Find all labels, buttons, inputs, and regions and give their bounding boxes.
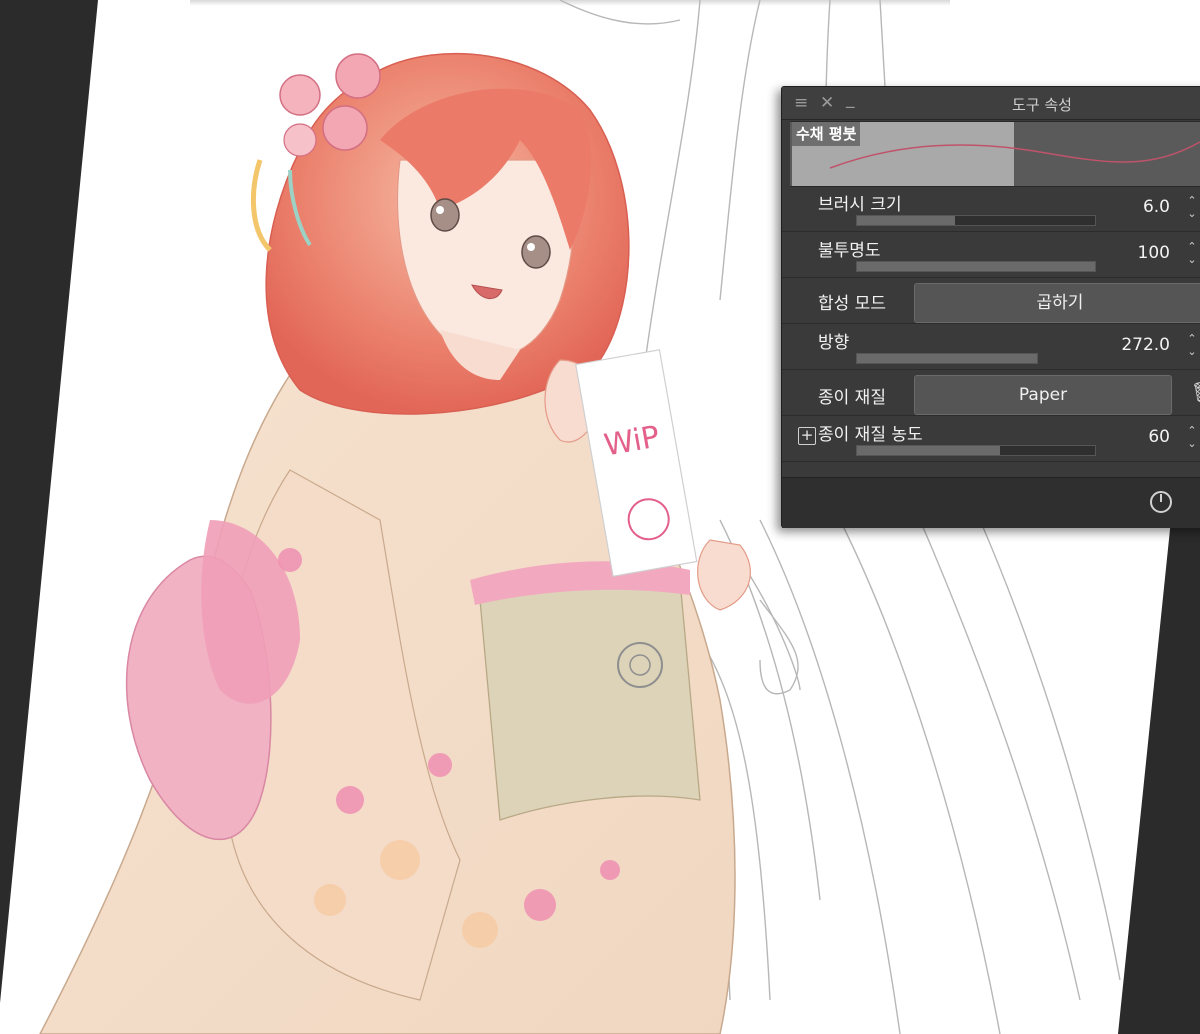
opacity-value[interactable]: 100 — [1138, 243, 1170, 263]
brush-size-slider[interactable] — [856, 215, 1096, 226]
brush-preset-strip[interactable]: 수채 평붓 — [790, 121, 1200, 187]
panel-titlebar[interactable]: ≡ ✕ _ 도구 속성 — [782, 87, 1200, 120]
blend-mode-label: 합성 모드 — [818, 294, 886, 314]
paper-texture-select[interactable]: Paper — [914, 375, 1172, 415]
direction-slider-fill — [857, 354, 1037, 363]
right-eye — [521, 235, 551, 269]
row-paper-texture: 종이 재질 Paper 🗑 — [782, 371, 1200, 416]
brush-size-label: 브러시 크기 — [818, 195, 902, 215]
direction-slider[interactable] — [856, 353, 1038, 364]
paper-texture-density-slider-fill — [857, 446, 1000, 455]
reset-icon[interactable] — [1148, 489, 1174, 515]
opacity-label: 불투명도 — [818, 241, 881, 261]
obi-belt — [479, 568, 701, 821]
preset-name: 수채 평붓 — [792, 122, 861, 146]
opacity-slider[interactable] — [856, 261, 1096, 272]
direction-value[interactable]: 272.0 — [1121, 335, 1170, 355]
brush-size-value[interactable]: 6.0 — [1143, 197, 1170, 217]
panel-title: 도구 속성 — [1012, 96, 1072, 114]
blend-mode-dropdown[interactable]: 곱하기 — [914, 283, 1200, 323]
row-direction: 방향 272.0 ⌃ ⌄ — [782, 325, 1200, 370]
paper-texture-density-spinner-icon[interactable]: ⌃ ⌄ — [1184, 424, 1200, 450]
row-blend-mode: 합성 모드 곱하기 ⌃⌄ — [782, 279, 1200, 324]
direction-label: 방향 — [818, 333, 850, 353]
left-eye — [430, 198, 460, 232]
row-brush-size: 브러시 크기 6.0 ⌃ ⌄ — [782, 187, 1200, 232]
tool-property-panel: ≡ ✕ _ 도구 속성 수채 평붓 브러시 크기 6.0 ⌃ ⌄ 불투명도 100… — [781, 86, 1200, 528]
row-opacity: 불투명도 100 ⌃ ⌄ — [782, 233, 1200, 278]
opacity-spinner-icon[interactable]: ⌃ ⌄ — [1184, 240, 1200, 266]
paper-texture-density-slider[interactable] — [856, 445, 1096, 456]
brush-size-spinner-icon[interactable]: ⌃ ⌄ — [1184, 194, 1200, 220]
panel-footer — [782, 477, 1200, 528]
plus-icon[interactable]: + — [798, 427, 816, 445]
paper-texture-density-label: 종이 재질 농도 — [818, 425, 923, 445]
paper-texture-label: 종이 재질 — [818, 388, 886, 408]
row-paper-texture-density: + 종이 재질 농도 60 ⌃ ⌄ — [782, 417, 1200, 462]
direction-spinner-icon[interactable]: ⌃ ⌄ — [1184, 332, 1200, 358]
opacity-slider-fill — [857, 262, 1095, 271]
brush-size-slider-fill — [857, 216, 955, 225]
trash-icon[interactable]: 🗑 — [1191, 380, 1200, 404]
paper-texture-density-value[interactable]: 60 — [1148, 427, 1170, 447]
